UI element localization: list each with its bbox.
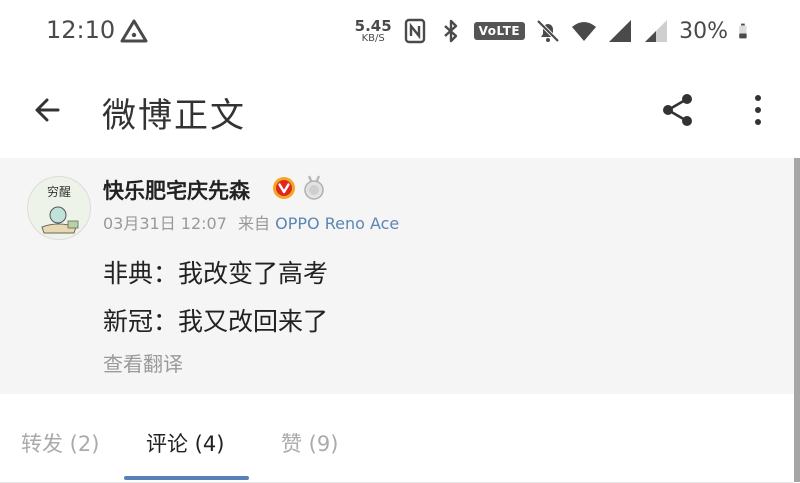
post-tabs: 转发 (2) 评论 (4) 赞 (9) [0, 394, 794, 483]
back-arrow-icon[interactable] [28, 90, 68, 130]
post-meta: 03月31日 12:07 来自 OPPO Reno Ace [103, 210, 399, 234]
bluetooth-icon [443, 19, 457, 43]
share-icon[interactable] [660, 92, 696, 128]
net-speed-value: 5.45 [354, 16, 392, 35]
page-title: 微博正文 [102, 96, 246, 136]
app-bar: 微博正文 [0, 62, 800, 159]
post-card: 穷醒 快乐肥宅庆先森 03月31日 12:07 来自 OPPO Reno Ace… [0, 158, 794, 394]
medal-icon [304, 175, 324, 200]
post-from-label: 来自 [238, 214, 271, 233]
wifi-icon [572, 22, 597, 41]
bell-off-icon [536, 19, 560, 43]
alert-triangle-icon [120, 19, 148, 43]
signal-icon-2 [645, 20, 668, 42]
more-vert-icon[interactable] [748, 90, 768, 130]
tab-comments[interactable]: 评论 (4) [146, 428, 224, 458]
status-time: 12:10 [46, 16, 116, 44]
avatar[interactable]: 穷醒 [27, 176, 91, 240]
nfc-icon [404, 18, 425, 44]
post-text-line: 新冠：我又改回来了 [103, 307, 329, 336]
battery-percent: 30% [679, 18, 728, 44]
status-bar: 12:10 5.45 KB/S VoLTE 30% [0, 0, 800, 62]
status-icons: 5.45 KB/S VoLTE 30% [355, 14, 754, 48]
scrollbar[interactable] [794, 158, 800, 482]
post-time: 03月31日 12:07 [103, 214, 227, 233]
post-source-link[interactable]: OPPO Reno Ace [275, 214, 399, 233]
avatar-illustration [41, 206, 79, 234]
volte-icon: VoLTE [473, 22, 526, 40]
active-tab-indicator [124, 476, 249, 480]
battery-icon [739, 23, 747, 39]
verified-badge-icon [273, 177, 295, 199]
tab-likes[interactable]: 赞 (9) [281, 428, 338, 458]
signal-icon [609, 20, 632, 42]
author-name[interactable]: 快乐肥宅庆先森 [103, 175, 250, 205]
net-speed-unit: KB/S [361, 32, 385, 44]
view-translation-link[interactable]: 查看翻译 [103, 348, 183, 377]
tab-reposts[interactable]: 转发 (2) [21, 428, 99, 458]
post-text-line: 非典：我改变了高考 [103, 259, 329, 288]
net-speed: 5.45 KB/S [354, 16, 392, 44]
